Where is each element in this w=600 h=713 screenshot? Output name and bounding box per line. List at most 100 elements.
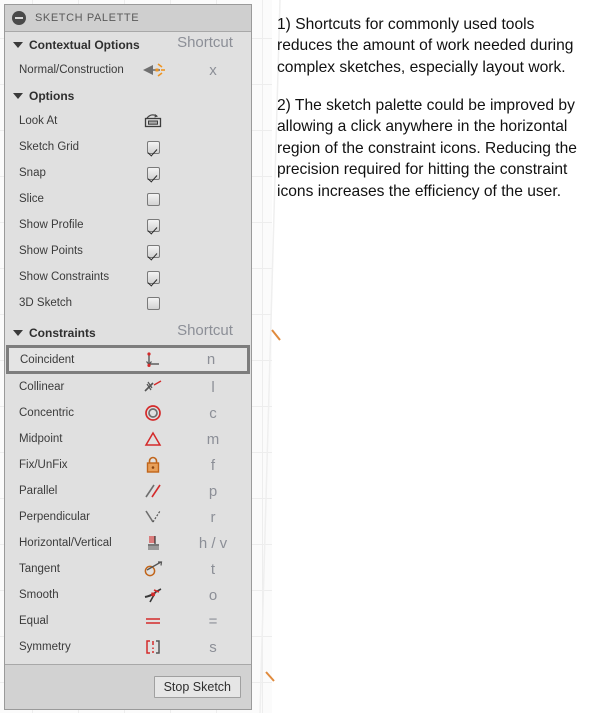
checkbox-icon[interactable] <box>146 296 160 310</box>
section-header-contextual-options[interactable]: Contextual Options Shortcut <box>5 32 251 57</box>
concentric-icon[interactable] <box>131 404 175 422</box>
smooth-icon[interactable] <box>131 586 175 604</box>
row-show-constraints[interactable]: Show Constraints <box>5 264 251 290</box>
row-label: Show Points <box>19 245 83 257</box>
show-profile-checkbox-cell[interactable] <box>131 218 175 232</box>
chevron-down-icon <box>13 330 23 336</box>
horizontal-vertical-icon[interactable] <box>131 534 175 552</box>
section-title-contextual-options: Contextual Options <box>29 38 140 52</box>
row-sketch-grid[interactable]: Sketch Grid <box>5 134 251 160</box>
section-header-options[interactable]: Options <box>5 83 251 108</box>
row-label: Normal/Construction <box>19 64 124 76</box>
row-label: Snap <box>19 167 46 179</box>
row-normal-construction[interactable]: Normal/Construction x <box>5 57 251 83</box>
midpoint-icon[interactable] <box>131 430 175 448</box>
coincident-icon[interactable] <box>131 351 175 369</box>
chevron-down-icon <box>13 42 23 48</box>
row-label: Symmetry <box>19 641 71 653</box>
symmetry-icon[interactable] <box>131 638 175 656</box>
shortcut-key: s <box>209 638 217 656</box>
row-show-points[interactable]: Show Points <box>5 238 251 264</box>
row-tangent[interactable]: Tangent t <box>5 556 251 582</box>
shortcut-key: o <box>208 586 218 604</box>
row-label: Sketch Grid <box>19 141 80 153</box>
annotation-note-1: 1) Shortcuts for commonly used tools red… <box>277 16 574 76</box>
checkbox-icon[interactable] <box>146 166 160 180</box>
row-coincident[interactable]: Coincident n <box>6 345 250 374</box>
row-equal[interactable]: Equal = <box>5 608 251 634</box>
row-label: Parallel <box>19 485 58 497</box>
row-concentric[interactable]: Concentric c <box>5 400 251 426</box>
shortcut-key: l <box>211 378 215 396</box>
perpendicular-icon[interactable] <box>131 508 175 526</box>
row-label: Concentric <box>19 407 74 419</box>
row-smooth[interactable]: Smooth o <box>5 582 251 608</box>
row-label: Collinear <box>19 381 65 393</box>
section-header-constraints[interactable]: Constraints Shortcut <box>5 316 251 345</box>
checkbox-icon[interactable] <box>146 192 160 206</box>
shortcut-key: m <box>206 430 220 448</box>
collinear-icon[interactable] <box>131 378 175 396</box>
3d-sketch-checkbox-cell[interactable] <box>131 296 175 310</box>
shortcut-key: f <box>210 456 216 474</box>
stop-sketch-button[interactable]: Stop Sketch <box>153 676 241 698</box>
parallel-icon[interactable] <box>131 482 175 500</box>
row-label: Coincident <box>20 353 75 366</box>
minus-circle-icon[interactable] <box>12 11 26 25</box>
shortcut-key: c <box>209 404 217 422</box>
palette-title-bar: SKETCH PALETTE <box>5 5 251 32</box>
row-label: Tangent <box>19 563 60 575</box>
normal-construction-icon[interactable] <box>131 62 175 78</box>
snap-checkbox-cell[interactable] <box>131 166 175 180</box>
shortcut-key: n <box>206 351 216 368</box>
row-label: Horizontal/Vertical <box>19 537 112 549</box>
tangent-icon[interactable] <box>131 560 175 578</box>
look-at-icon[interactable] <box>131 113 175 129</box>
palette-footer: Stop Sketch <box>5 664 251 709</box>
slice-checkbox-cell[interactable] <box>131 192 175 206</box>
row-show-profile[interactable]: Show Profile <box>5 212 251 238</box>
row-label: Show Constraints <box>19 271 110 283</box>
row-label: Look At <box>19 115 58 127</box>
shortcut-key: p <box>208 482 218 500</box>
row-label: Perpendicular <box>19 511 90 523</box>
row-parallel[interactable]: Parallel p <box>5 478 251 504</box>
row-symmetry[interactable]: Symmetry s <box>5 634 251 660</box>
checkbox-icon[interactable] <box>146 244 160 258</box>
fix-unfix-lock-icon[interactable] <box>131 456 175 474</box>
row-midpoint[interactable]: Midpoint m <box>5 426 251 452</box>
equal-icon[interactable] <box>131 612 175 630</box>
row-label: Fix/UnFix <box>19 459 68 471</box>
shortcut-key: h / v <box>198 534 228 552</box>
shortcut-key: t <box>210 560 216 578</box>
row-slice[interactable]: Slice <box>5 186 251 212</box>
checkbox-icon[interactable] <box>146 140 160 154</box>
row-label: Midpoint <box>19 433 63 445</box>
row-horizontal-vertical[interactable]: Horizontal/Vertical h / v <box>5 530 251 556</box>
chevron-down-icon <box>13 93 23 99</box>
sketch-grid-checkbox-cell[interactable] <box>131 140 175 154</box>
section-title-options: Options <box>29 89 75 103</box>
annotation-note-2: 2) The sketch palette could be improved … <box>277 97 577 200</box>
checkbox-icon[interactable] <box>146 218 160 232</box>
row-snap[interactable]: Snap <box>5 160 251 186</box>
row-fix-unfix[interactable]: Fix/UnFix f <box>5 452 251 478</box>
shortcut-key: r <box>210 508 216 526</box>
row-3d-sketch[interactable]: 3D Sketch <box>5 290 251 316</box>
section-title-constraints: Constraints <box>29 326 96 340</box>
show-constraints-checkbox-cell[interactable] <box>131 270 175 284</box>
shortcut-key: x <box>209 61 217 79</box>
row-label: Smooth <box>19 589 59 601</box>
show-points-checkbox-cell[interactable] <box>131 244 175 258</box>
checkbox-icon[interactable] <box>146 270 160 284</box>
annotation-notes: 1) Shortcuts for commonly used tools red… <box>277 14 593 202</box>
row-look-at[interactable]: Look At <box>5 108 251 134</box>
row-perpendicular[interactable]: Perpendicular r <box>5 504 251 530</box>
row-label: Slice <box>19 193 44 205</box>
shortcut-column-header-contextual: Shortcut <box>177 34 233 51</box>
row-label: Show Profile <box>19 219 84 231</box>
palette-title: SKETCH PALETTE <box>35 12 140 24</box>
row-collinear[interactable]: Collinear l <box>5 374 251 400</box>
row-label: 3D Sketch <box>19 297 73 309</box>
shortcut-key: = <box>208 612 218 630</box>
